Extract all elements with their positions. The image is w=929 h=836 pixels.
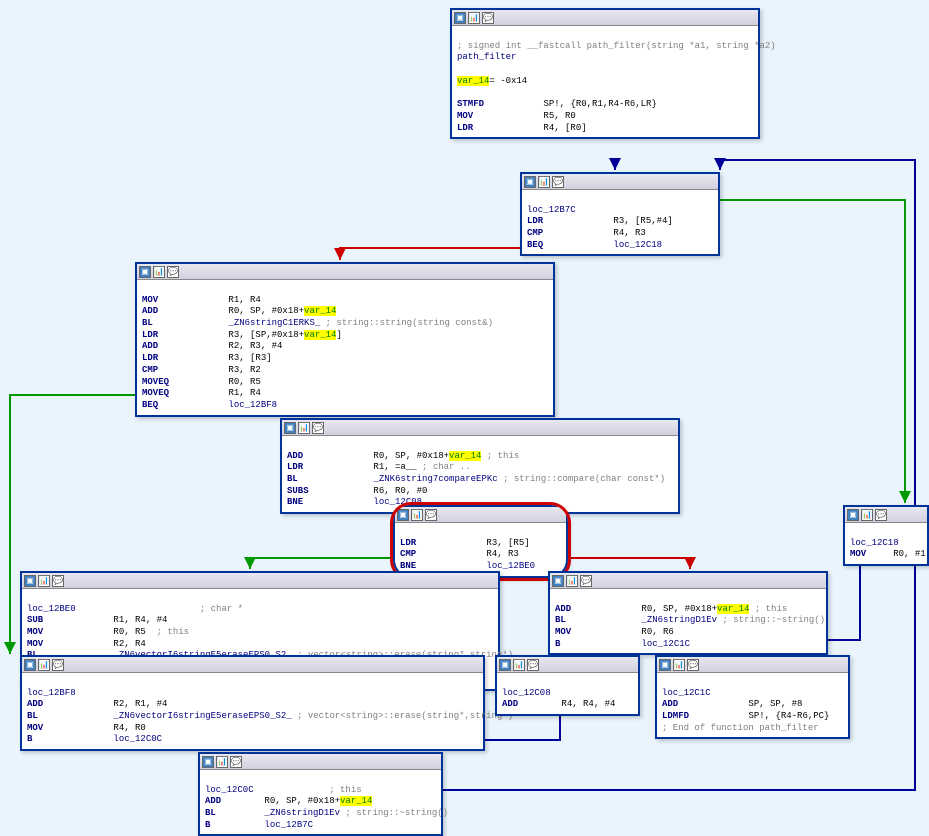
node-body: ADD R0, SP, #0x18+var_14 ; this BL _ZN6s… xyxy=(550,589,826,653)
graph-icon[interactable]: 📊 xyxy=(38,575,50,587)
graph-icon[interactable]: 📊 xyxy=(298,422,310,434)
comment-icon[interactable]: 💬 xyxy=(687,659,699,671)
node-body: MOV R1, R4 ADD R0, SP, #0x18+var_14 BL _… xyxy=(137,280,553,415)
collapse-icon[interactable]: ▣ xyxy=(139,266,151,278)
node-header: ▣ 📊 💬 xyxy=(200,754,441,770)
node-header: ▣ 📊 💬 xyxy=(22,657,483,673)
comment-icon[interactable]: 💬 xyxy=(230,756,242,768)
node-body: loc_12B7C LDR R3, [R5,#4] CMP R4, R3 BEQ… xyxy=(522,190,718,254)
node-block-7[interactable]: ▣ 📊 💬 ADD R0, SP, #0x18+var_14 ; this BL… xyxy=(548,571,828,655)
collapse-icon[interactable]: ▣ xyxy=(24,659,36,671)
node-body: loc_12C08 ADD R4, R4, #4 xyxy=(497,673,638,714)
collapse-icon[interactable]: ▣ xyxy=(284,422,296,434)
graph-icon[interactable]: 📊 xyxy=(468,12,480,24)
node-block-3[interactable]: ▣ 📊 💬 MOV R1, R4 ADD R0, SP, #0x18+var_1… xyxy=(135,262,555,417)
collapse-icon[interactable]: ▣ xyxy=(659,659,671,671)
node-body: loc_12C0C ; this ADD R0, SP, #0x18+var_1… xyxy=(200,770,441,834)
node-block-5-circled[interactable]: ▣ 📊 💬 LDR R3, [R5] CMP R4, R3 BNE loc_12… xyxy=(393,505,568,578)
comment-icon[interactable]: 💬 xyxy=(527,659,539,671)
comment-icon[interactable]: 💬 xyxy=(167,266,179,278)
node-body: loc_12C18 MOV R0, #1 xyxy=(845,523,927,564)
comment-icon[interactable]: 💬 xyxy=(580,575,592,587)
graph-icon[interactable]: 📊 xyxy=(861,509,873,521)
collapse-icon[interactable]: ▣ xyxy=(24,575,36,587)
node-body: ADD R0, SP, #0x18+var_14 ; this LDR R1, … xyxy=(282,436,678,512)
collapse-icon[interactable]: ▣ xyxy=(524,176,536,188)
node-header: ▣ 📊 💬 xyxy=(845,507,927,523)
node-loc-12C0C[interactable]: ▣ 📊 💬 loc_12C0C ; this ADD R0, SP, #0x18… xyxy=(198,752,443,836)
collapse-icon[interactable]: ▣ xyxy=(499,659,511,671)
node-header: ▣ 📊 💬 xyxy=(550,573,826,589)
node-header: ▣ 📊 💬 xyxy=(522,174,718,190)
graph-icon[interactable]: 📊 xyxy=(513,659,525,671)
comment-icon[interactable]: 💬 xyxy=(425,509,437,521)
collapse-icon[interactable]: ▣ xyxy=(202,756,214,768)
func-label: path_filter xyxy=(457,52,516,62)
node-loc-12C18[interactable]: ▣ 📊 💬 loc_12C18 MOV R0, #1 xyxy=(843,505,929,566)
graph-icon[interactable]: 📊 xyxy=(673,659,685,671)
node-body: LDR R3, [R5] CMP R4, R3 BNE loc_12BE0 xyxy=(395,523,566,576)
node-loc-12B7C[interactable]: ▣ 📊 💬 loc_12B7C LDR R3, [R5,#4] CMP R4, … xyxy=(520,172,720,256)
node-loc-12C08[interactable]: ▣ 📊 💬 loc_12C08 ADD R4, R4, #4 xyxy=(495,655,640,716)
node-header: ▣ 📊 💬 xyxy=(395,507,566,523)
comment-icon[interactable]: 💬 xyxy=(312,422,324,434)
node-block-4[interactable]: ▣ 📊 💬 ADD R0, SP, #0x18+var_14 ; this LD… xyxy=(280,418,680,514)
node-loc-12C1C[interactable]: ▣ 📊 💬 loc_12C1C ADD SP, SP, #8 LDMFD SP!… xyxy=(655,655,850,739)
node-header: ▣ 📊 💬 xyxy=(137,264,553,280)
node-path-filter-entry[interactable]: ▣ 📊 💬 ; signed int __fastcall path_filte… xyxy=(450,8,760,139)
comment-icon[interactable]: 💬 xyxy=(552,176,564,188)
node-body: loc_12BF8 ADD R2, R1, #4 BL _ZN6vectorI6… xyxy=(22,673,483,749)
collapse-icon[interactable]: ▣ xyxy=(454,12,466,24)
node-header: ▣ 📊 💬 xyxy=(657,657,848,673)
collapse-icon[interactable]: ▣ xyxy=(397,509,409,521)
node-body: loc_12C1C ADD SP, SP, #8 LDMFD SP!, {R4-… xyxy=(657,673,848,737)
collapse-icon[interactable]: ▣ xyxy=(847,509,859,521)
comment-icon[interactable]: 💬 xyxy=(875,509,887,521)
node-header: ▣ 📊 💬 xyxy=(452,10,758,26)
graph-icon[interactable]: 📊 xyxy=(153,266,165,278)
graph-icon[interactable]: 📊 xyxy=(216,756,228,768)
comment-icon[interactable]: 💬 xyxy=(482,12,494,24)
node-body: ; signed int __fastcall path_filter(stri… xyxy=(452,26,758,137)
collapse-icon[interactable]: ▣ xyxy=(552,575,564,587)
comment-icon[interactable]: 💬 xyxy=(52,575,64,587)
graph-icon[interactable]: 📊 xyxy=(38,659,50,671)
graph-icon[interactable]: 📊 xyxy=(538,176,550,188)
vardef: var_14 xyxy=(457,76,489,86)
node-header: ▣ 📊 💬 xyxy=(497,657,638,673)
func-signature: ; signed int __fastcall path_filter(stri… xyxy=(457,41,776,51)
node-loc-12BF8[interactable]: ▣ 📊 💬 loc_12BF8 ADD R2, R1, #4 BL _ZN6ve… xyxy=(20,655,485,751)
graph-icon[interactable]: 📊 xyxy=(411,509,423,521)
node-header: ▣ 📊 💬 xyxy=(22,573,498,589)
comment-icon[interactable]: 💬 xyxy=(52,659,64,671)
node-header: ▣ 📊 💬 xyxy=(282,420,678,436)
graph-icon[interactable]: 📊 xyxy=(566,575,578,587)
